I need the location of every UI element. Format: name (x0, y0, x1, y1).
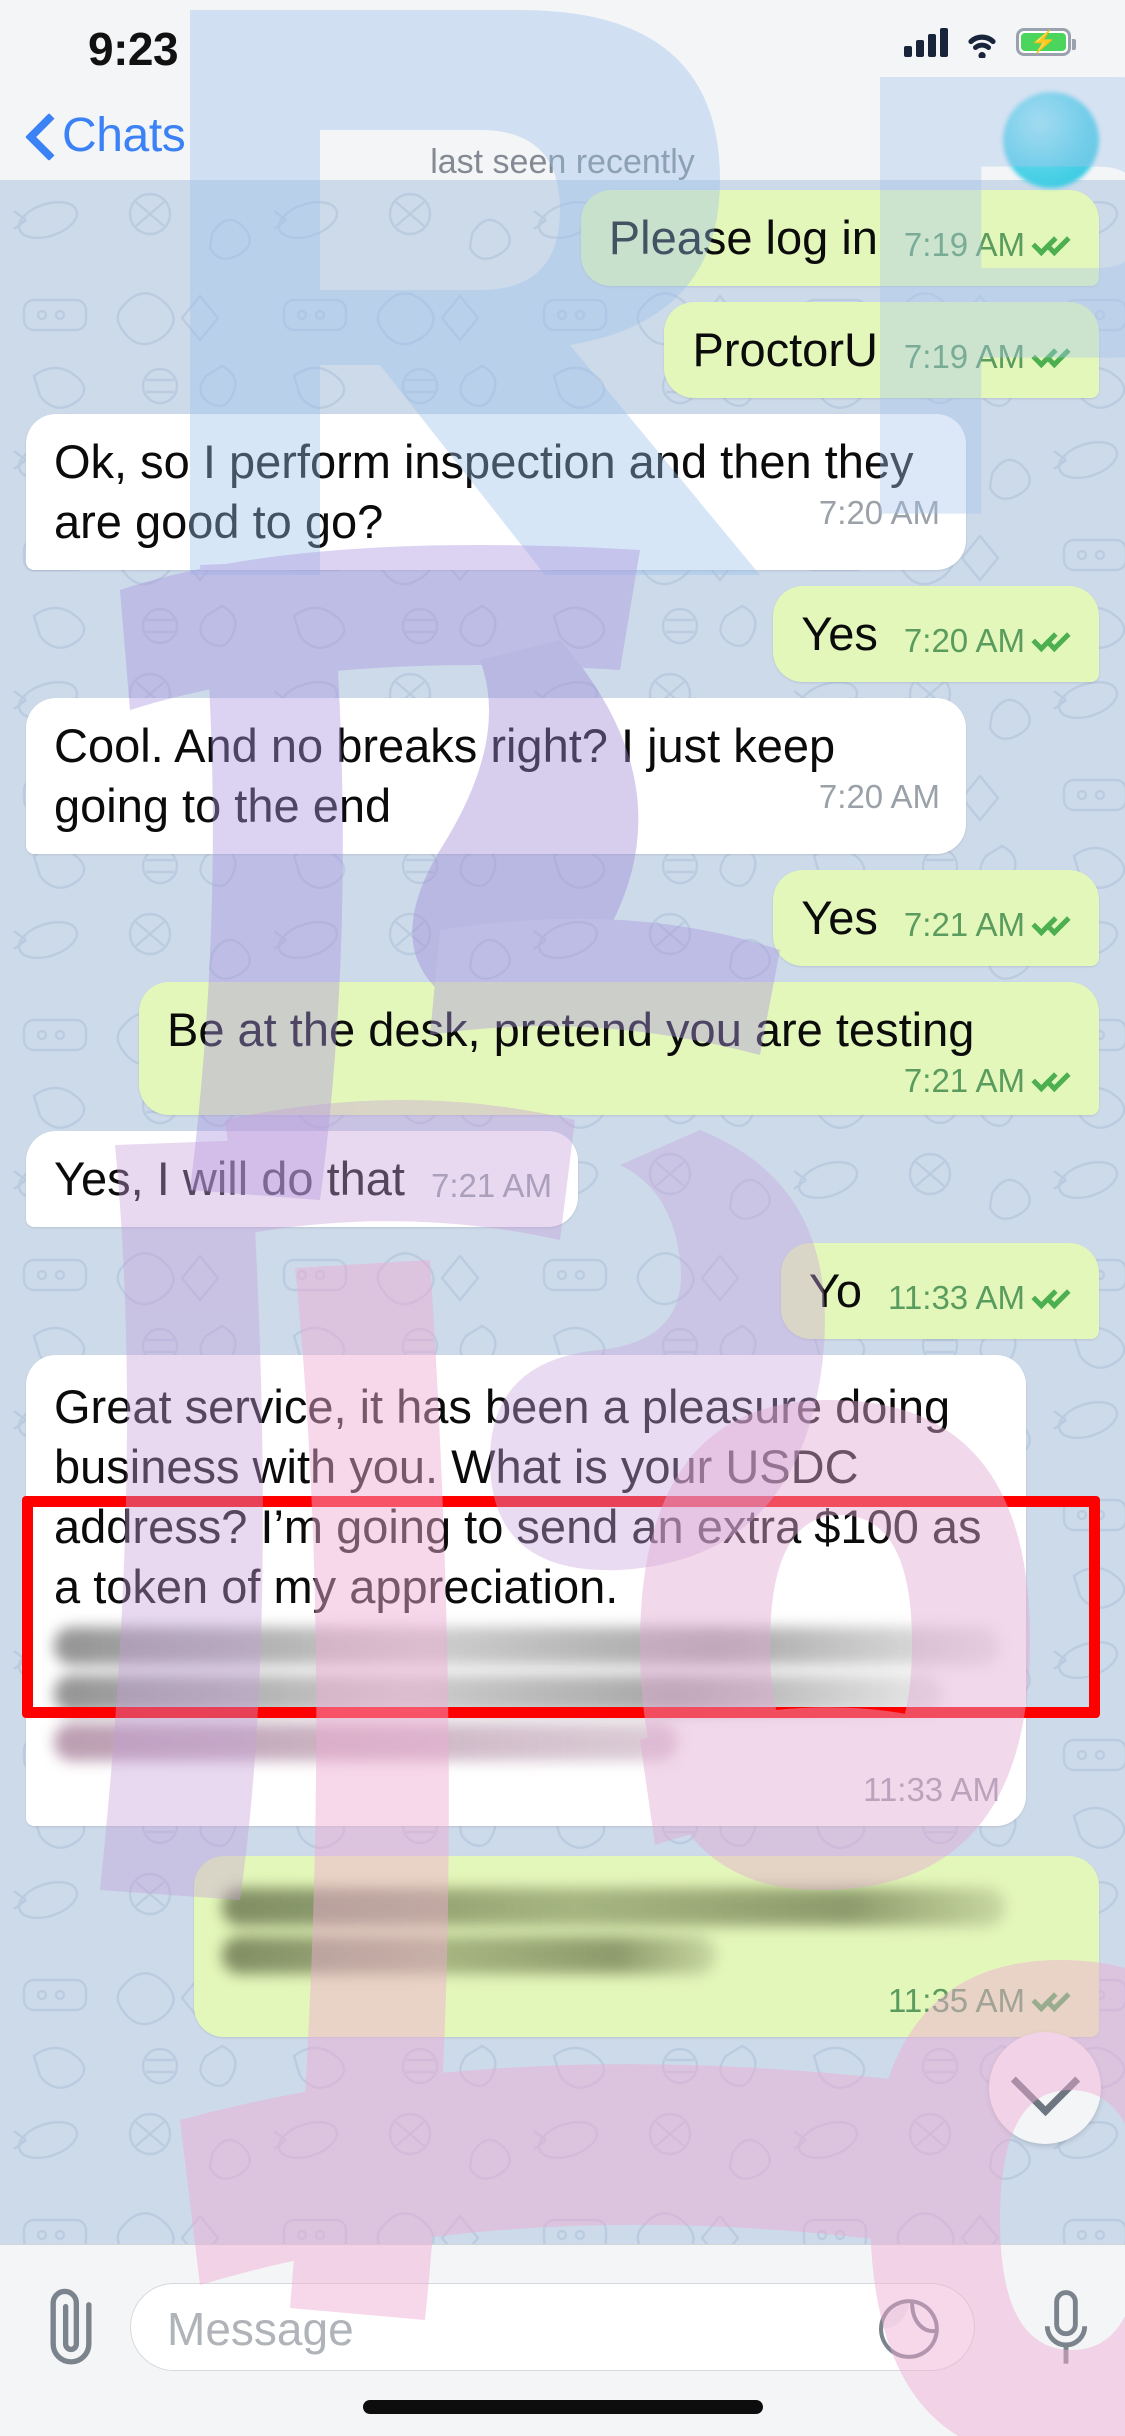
wifi-icon (968, 34, 996, 58)
message-row[interactable]: 11:35 AM (0, 1856, 1125, 2037)
message-bubble-incoming: Ok, so I perform inspection and then the… (26, 414, 966, 570)
read-receipt-icon (1033, 1068, 1073, 1094)
redacted-text-line (54, 1675, 944, 1713)
message-meta: 7:19 AM (904, 340, 1073, 373)
message-bubble-outgoing: Yo 11:33 AM (780, 1243, 1099, 1339)
scroll-to-bottom-button[interactable] (989, 2032, 1101, 2144)
message-time: 7:20 AM (903, 622, 1025, 659)
message-placeholder: Message (167, 2303, 354, 2355)
message-time: 7:21 AM (903, 1062, 1025, 1099)
sticker-icon[interactable] (878, 2298, 940, 2360)
message-bubble-outgoing: Please log in 7:19 AM (580, 190, 1099, 286)
message-text: Ok, so I perform inspection and then the… (54, 435, 927, 548)
message-meta: 11:33 AM (888, 1281, 1073, 1314)
message-bubble-outgoing: Be at the desk, pretend you are testing … (139, 982, 1099, 1115)
message-time: 7:19 AM (903, 226, 1025, 263)
avatar[interactable] (1003, 92, 1099, 188)
message-input-bar: Message (0, 2244, 1125, 2436)
message-meta: 11:35 AM (888, 1984, 1073, 2017)
message-bubble-outgoing: Yes 7:21 AM (773, 870, 1099, 966)
message-row[interactable]: Yes 7:21 AM (0, 870, 1125, 966)
message-row[interactable]: Yes, I will do that 7:21 AM (0, 1131, 1125, 1227)
chat-scroll-area[interactable]: Please log in 7:19 AM ProctorU 7:19 AM O… (0, 180, 1125, 2244)
message-time: 11:35 AM (888, 1982, 1025, 2019)
message-meta: 11:33 AM (863, 1773, 1000, 1806)
phone-screen: 9:23 ⚡ Chats last seen recently Please l… (0, 0, 1125, 2436)
redacted-text-line (54, 1627, 1000, 1665)
message-meta: 7:20 AM (819, 780, 940, 813)
message-bubble-incoming: Yes, I will do that 7:21 AM (26, 1131, 579, 1227)
message-text: Yes (801, 607, 878, 660)
microphone-icon[interactable] (1037, 2287, 1095, 2373)
message-meta: 7:21 AM (904, 908, 1073, 941)
paperclip-icon[interactable] (34, 2287, 108, 2369)
status-indicators: ⚡ (904, 26, 1076, 58)
message-time: 7:19 AM (903, 338, 1025, 375)
contact-name (529, 96, 596, 141)
chevron-left-icon (26, 113, 52, 159)
message-time: 11:33 AM (863, 1771, 1000, 1808)
message-text: Please log in (608, 211, 878, 264)
message-meta: 7:19 AM (904, 228, 1073, 261)
message-text: Yes (801, 891, 878, 944)
nav-bar: Chats last seen recently (0, 92, 1125, 188)
message-meta: 7:20 AM (819, 496, 940, 529)
message-meta: 7:21 AM (904, 1064, 1073, 1097)
redacted-text-line (222, 1936, 716, 1974)
message-bubble-incoming: Cool. And no breaks right? I just keep g… (26, 698, 966, 854)
message-row[interactable]: Yes 7:20 AM (0, 586, 1125, 682)
message-text: Great service, it has been a pleasure do… (54, 1380, 995, 1613)
message-time: 7:20 AM (818, 778, 940, 815)
signal-bars-icon (904, 27, 948, 57)
message-bubble-outgoing-redacted: 11:35 AM (194, 1856, 1099, 2037)
message-bubble-outgoing: ProctorU 7:19 AM (664, 302, 1099, 398)
back-to-chats-button[interactable]: Chats (26, 108, 186, 163)
back-label: Chats (62, 109, 186, 162)
message-list: Please log in 7:19 AM ProctorU 7:19 AM O… (0, 180, 1125, 2053)
message-text: Yes, I will do that (54, 1152, 405, 1205)
message-row[interactable]: ProctorU 7:19 AM (0, 302, 1125, 398)
message-text: Cool. And no breaks right? I just keep g… (54, 719, 849, 832)
message-row[interactable]: Cool. And no breaks right? I just keep g… (0, 698, 1125, 854)
message-time: 7:21 AM (430, 1167, 553, 1204)
message-time: 7:21 AM (903, 906, 1025, 943)
message-time: 11:33 AM (888, 1279, 1025, 1316)
message-row[interactable]: Please log in 7:19 AM (0, 190, 1125, 286)
status-bar: 9:23 ⚡ (0, 0, 1125, 100)
message-bubble-incoming-highlighted: Great service, it has been a pleasure do… (26, 1355, 1026, 1826)
battery-charging-icon: ⚡ (1016, 28, 1076, 56)
read-receipt-icon (1033, 628, 1073, 654)
read-receipt-icon (1033, 344, 1073, 370)
home-indicator (362, 2400, 763, 2414)
read-receipt-icon (1033, 1988, 1073, 2014)
message-row[interactable]: Ok, so I perform inspection and then the… (0, 414, 1125, 570)
message-row-highlighted[interactable]: Great service, it has been a pleasure do… (0, 1355, 1125, 1826)
message-bubble-outgoing: Yes 7:20 AM (773, 586, 1099, 682)
redacted-text-line (222, 1888, 1005, 1926)
message-text: Yo (808, 1264, 863, 1317)
read-receipt-icon (1033, 1285, 1073, 1311)
status-time: 9:23 (88, 23, 179, 75)
message-text: Be at the desk, pretend you are testing (167, 1003, 975, 1056)
message-time: 7:20 AM (818, 494, 940, 531)
redacted-text-line (54, 1723, 679, 1761)
message-input-field[interactable]: Message (130, 2283, 975, 2371)
message-meta: 7:21 AM (431, 1169, 552, 1202)
message-meta: 7:20 AM (904, 624, 1073, 657)
message-row[interactable]: Be at the desk, pretend you are testing … (0, 982, 1125, 1115)
message-row[interactable]: Yo 11:33 AM (0, 1243, 1125, 1339)
message-text: ProctorU (692, 323, 878, 376)
read-receipt-icon (1033, 912, 1073, 938)
read-receipt-icon (1033, 232, 1073, 258)
